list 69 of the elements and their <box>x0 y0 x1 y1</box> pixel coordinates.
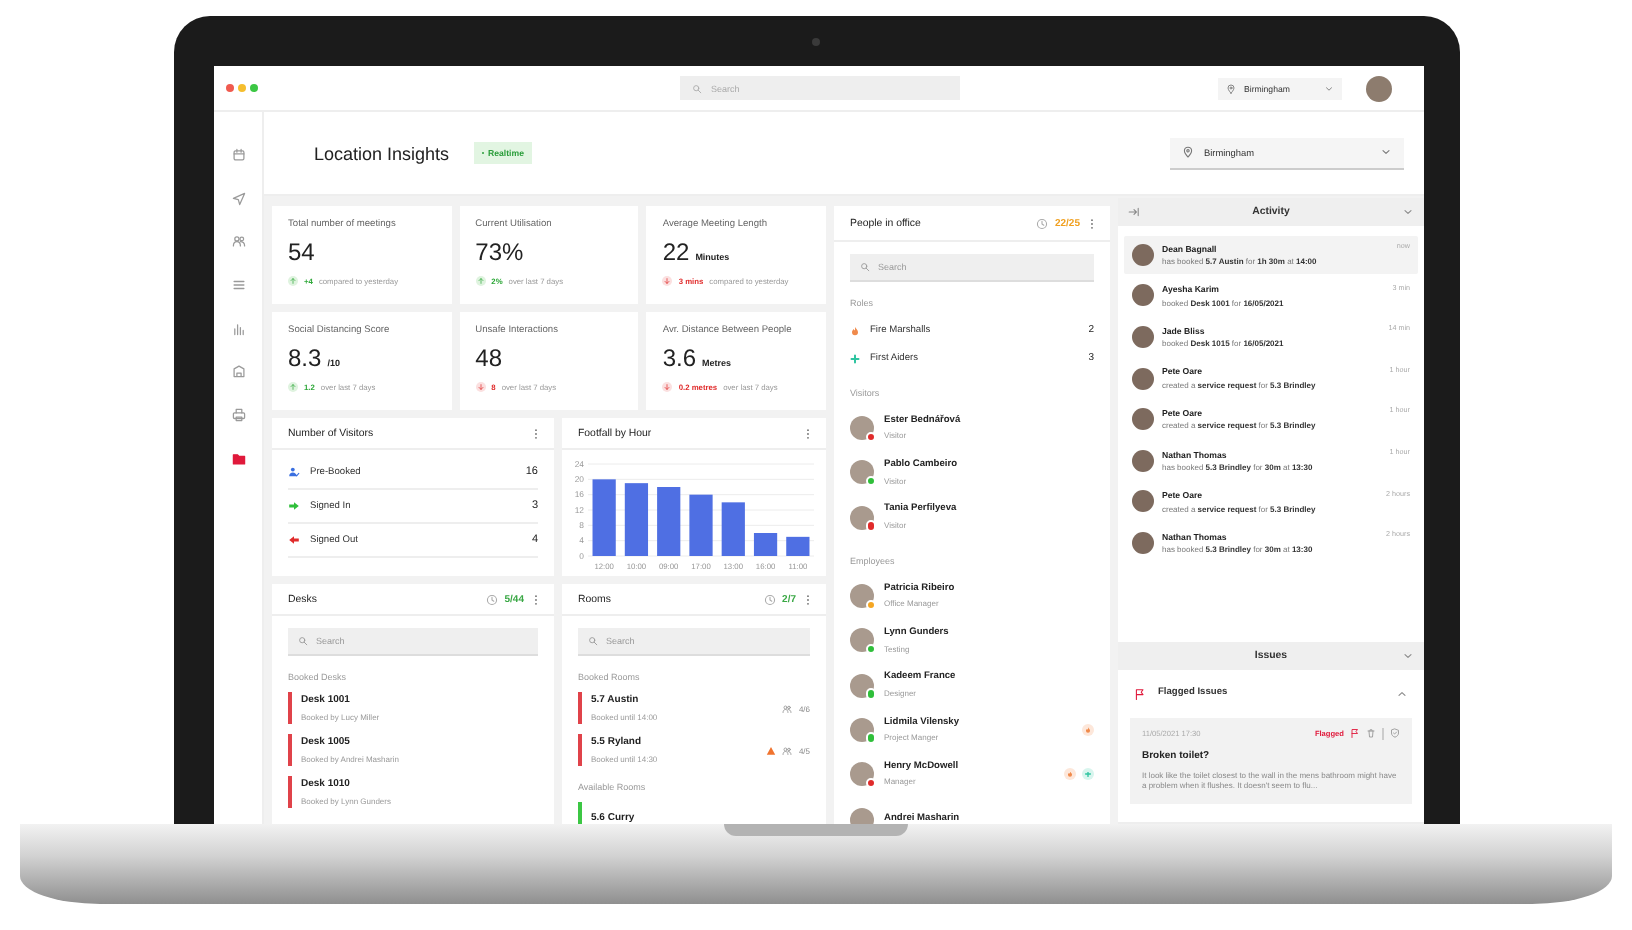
avatar <box>1132 367 1154 390</box>
avatar <box>850 673 874 698</box>
shield-icon[interactable] <box>1390 728 1400 739</box>
bar <box>657 487 681 556</box>
stat-value: 48 <box>475 344 503 372</box>
stat-value: 54 <box>288 238 315 266</box>
clock-icon <box>1036 217 1049 229</box>
avatar <box>850 807 874 824</box>
stat-value: 3.6 <box>662 344 697 372</box>
avatar <box>850 416 874 441</box>
clock-icon <box>486 593 499 605</box>
bar <box>592 479 616 556</box>
chevron-up-icon[interactable] <box>1396 687 1408 700</box>
avatar <box>1132 243 1154 266</box>
avatar <box>850 762 874 787</box>
window-control-dot <box>238 84 246 92</box>
window-control-dot <box>250 84 258 92</box>
building-icon[interactable] <box>231 364 245 379</box>
avatar <box>1132 408 1154 431</box>
list-icon[interactable] <box>231 278 245 293</box>
stat-value: 73% <box>475 238 524 266</box>
bar <box>721 502 745 556</box>
arrow-left-icon <box>288 534 300 546</box>
collapse-icon[interactable] <box>1128 206 1140 218</box>
avatar <box>1132 449 1154 472</box>
bar <box>753 533 778 556</box>
location-pin-icon <box>1182 146 1194 158</box>
avatar <box>1132 284 1154 307</box>
avatar <box>850 505 874 530</box>
flame-icon <box>850 325 860 335</box>
avatar <box>850 584 874 609</box>
avatar <box>1132 531 1154 554</box>
chevron-down-icon <box>1324 83 1334 93</box>
flag-icon[interactable] <box>1350 728 1360 739</box>
chevron-down-icon[interactable] <box>1402 206 1414 218</box>
location-pin-icon <box>1226 83 1236 93</box>
arrow-right-icon <box>288 500 300 512</box>
paper-plane-icon[interactable] <box>231 191 245 206</box>
bar <box>786 536 810 556</box>
printer-icon[interactable] <box>231 408 245 423</box>
window-control-dot <box>226 84 234 92</box>
flag-icon <box>1134 687 1146 700</box>
avatar <box>850 717 874 742</box>
search-icon <box>860 262 870 272</box>
avatar <box>1132 490 1154 513</box>
search-icon <box>298 636 308 646</box>
search-icon <box>691 83 701 93</box>
chevron-down-icon <box>1380 146 1392 158</box>
trash-icon[interactable] <box>1366 728 1376 739</box>
avatar <box>1132 325 1154 348</box>
person-check-icon <box>288 466 300 478</box>
search-icon <box>588 636 598 646</box>
stat-value: 22 <box>662 238 690 266</box>
stat-value: 8.3 <box>288 344 322 372</box>
people-icon[interactable] <box>231 234 245 249</box>
people-icon <box>782 703 793 713</box>
bar <box>624 483 649 556</box>
plus-icon <box>850 353 860 363</box>
folder-icon[interactable] <box>231 451 245 466</box>
people-icon <box>782 745 793 755</box>
calendar-icon[interactable] <box>231 148 245 162</box>
avatar[interactable] <box>1366 75 1392 101</box>
chevron-down-icon[interactable] <box>1402 649 1414 662</box>
clock-icon <box>764 593 777 605</box>
bar <box>689 494 713 556</box>
avatar <box>850 628 874 653</box>
avatar <box>850 460 874 485</box>
bar-chart-icon[interactable] <box>231 321 245 336</box>
page-title: Location Insights <box>314 143 450 163</box>
